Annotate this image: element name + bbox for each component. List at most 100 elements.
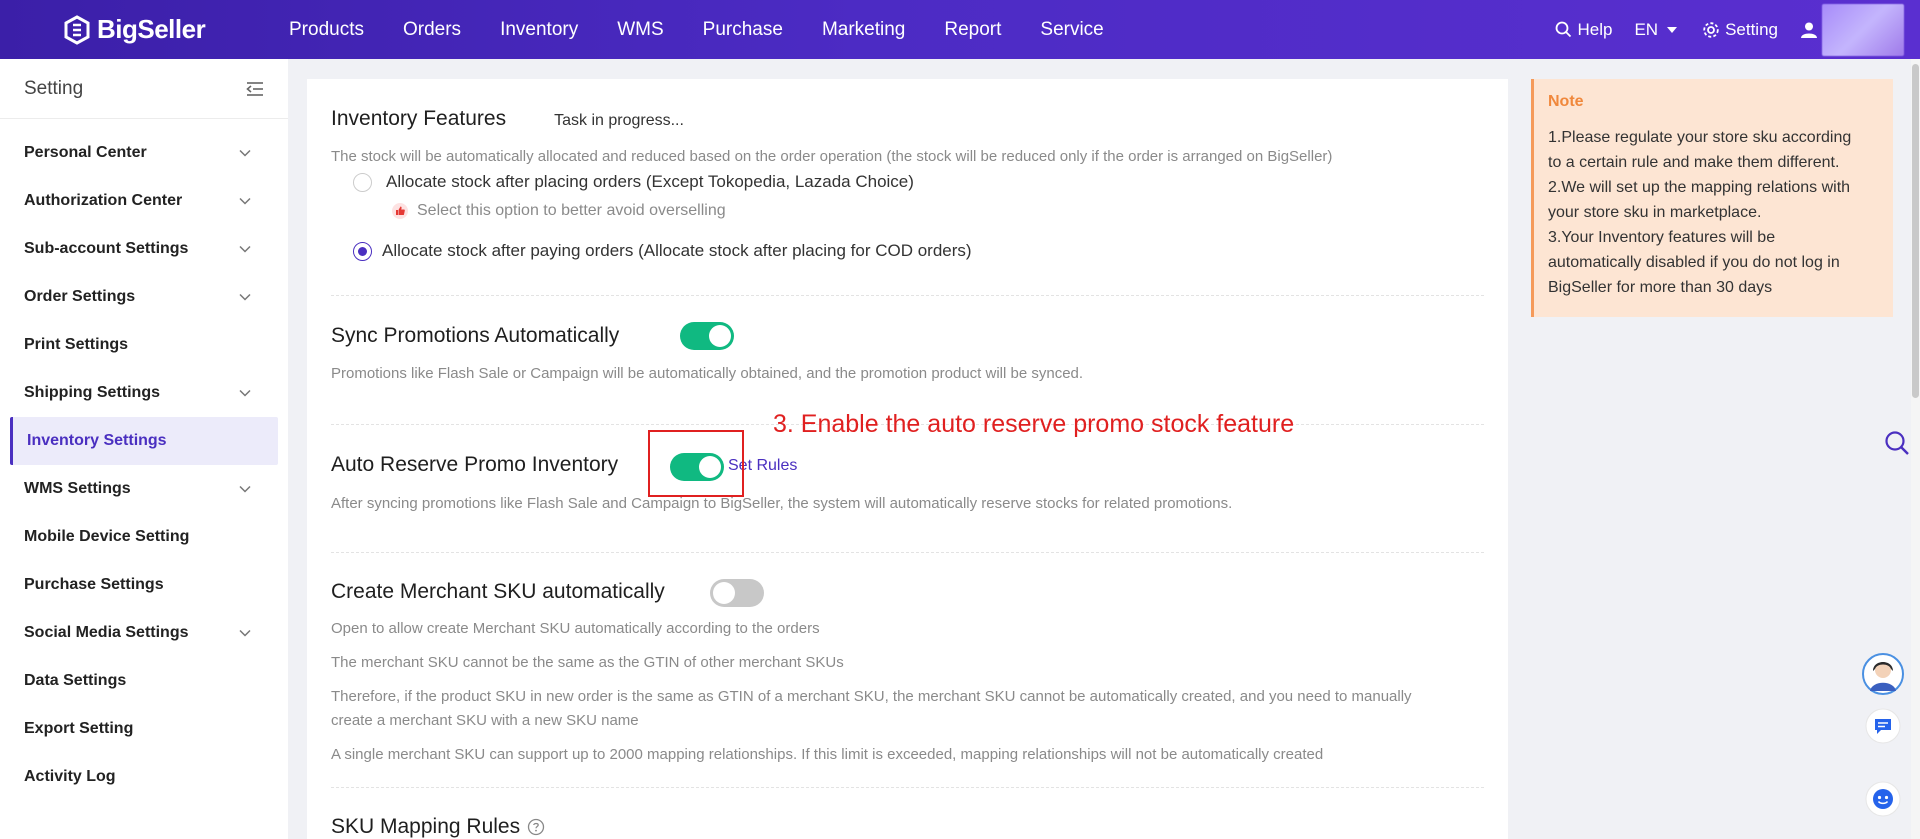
gear-icon — [1703, 21, 1719, 38]
chevron-down-icon — [239, 245, 251, 253]
merchant-sku-desc-3b: create a merchant SKU with a new SKU nam… — [331, 712, 639, 729]
setting-label: Setting — [1725, 19, 1778, 39]
sidebar-item-data-settings[interactable]: Data Settings — [0, 657, 278, 705]
sync-promotions-section: Sync Promotions Automatically Promotions… — [331, 322, 1484, 414]
sidebar-item-wms-settings[interactable]: WMS Settings — [0, 465, 278, 513]
sidebar-item-inventory-settings[interactable]: Inventory Settings — [10, 417, 278, 465]
sidebar-item-mobile-device-setting[interactable]: Mobile Device Setting — [0, 513, 278, 561]
sidebar-item-shipping-settings[interactable]: Shipping Settings — [0, 369, 278, 417]
note-line: BigSeller for more than 30 days — [1548, 279, 1773, 296]
help-label: Help — [1577, 19, 1613, 39]
collapse-menu-icon[interactable] — [246, 81, 264, 97]
auto-reserve-title: Auto Reserve Promo Inventory — [331, 453, 619, 476]
top-navigation-bar: BigSeller Products Orders Inventory WMS … — [0, 0, 1920, 59]
user-avatar[interactable] — [1822, 3, 1904, 56]
option-allocate-after-paying[interactable]: Allocate stock after paying orders (Allo… — [353, 241, 1484, 261]
nav-service[interactable]: Service — [1040, 19, 1103, 41]
setting-link[interactable]: Setting — [1702, 20, 1778, 40]
language-label: EN — [1634, 19, 1659, 39]
radio-allocate-after-paying[interactable] — [353, 241, 372, 261]
section-divider — [331, 295, 1484, 296]
sidebar-item-label: Social Media Settings — [24, 624, 189, 641]
section-divider — [331, 552, 1484, 553]
nav-report[interactable]: Report — [944, 19, 1001, 41]
caret-down-icon — [1667, 26, 1678, 33]
chevron-down-icon — [239, 629, 251, 637]
annotation-text: 3. Enable the auto reserve promo stock f… — [773, 410, 1295, 438]
note-title: Note — [1548, 93, 1584, 110]
sidebar-item-activity-log[interactable]: Activity Log — [0, 753, 278, 801]
inventory-features-title: Inventory Features — [331, 107, 507, 130]
merchant-sku-title: Create Merchant SKU automatically — [331, 580, 665, 603]
sku-mapping-title: SKU Mapping Rules — [331, 815, 521, 838]
sidebar-item-label: Purchase Settings — [24, 576, 164, 593]
nav-marketing[interactable]: Marketing — [822, 19, 905, 41]
note-line: 1.Please regulate your store sku accordi… — [1548, 129, 1852, 146]
sync-promotions-desc: Promotions like Flash Sale or Campaign w… — [331, 365, 1084, 382]
sku-mapping-section: SKU Mapping Rules — [331, 815, 1484, 839]
bigseller-logo[interactable]: BigSeller — [62, 14, 242, 45]
auto-reserve-section: Auto Reserve Promo Inventory Set Rules A… — [331, 453, 1484, 533]
chevron-down-icon — [239, 485, 251, 493]
option-allocate-after-paying-label: Allocate stock after paying orders (Allo… — [382, 241, 972, 260]
floating-search-icon[interactable] — [1884, 430, 1910, 456]
chevron-down-icon — [239, 149, 251, 157]
nav-orders[interactable]: Orders — [403, 19, 461, 41]
language-selector[interactable]: EN — [1634, 20, 1680, 40]
section-divider — [331, 787, 1484, 788]
merchant-sku-desc-1: Open to allow create Merchant SKU automa… — [331, 620, 820, 637]
task-status-text: Task in progress... — [554, 112, 684, 129]
sidebar-item-authorization-center[interactable]: Authorization Center — [0, 177, 278, 225]
help-circle-icon[interactable] — [527, 818, 545, 836]
sidebar-item-label: Data Settings — [24, 672, 127, 689]
help-link[interactable]: Help — [1555, 20, 1612, 40]
sidebar-item-purchase-settings[interactable]: Purchase Settings — [0, 561, 278, 609]
note-line: 3.Your Inventory features will be — [1548, 229, 1776, 246]
sidebar-item-label: WMS Settings — [24, 480, 131, 497]
merchant-sku-desc-4: A single merchant SKU can support up to … — [331, 746, 1324, 763]
chevron-down-icon — [239, 293, 251, 301]
overselling-hint-text: Select this option to better avoid overs… — [417, 202, 726, 219]
support-agent-avatar-icon[interactable] — [1862, 653, 1904, 695]
option-allocate-after-placing-label: Allocate stock after placing orders (Exc… — [386, 172, 914, 191]
sidebar-item-label: Sub-account Settings — [24, 240, 189, 257]
option-allocate-after-placing[interactable]: Allocate stock after placing orders (Exc… — [353, 172, 1484, 192]
sidebar-item-label: Mobile Device Setting — [24, 528, 190, 545]
sidebar-item-print-settings[interactable]: Print Settings — [0, 321, 278, 369]
user-icon[interactable] — [1800, 21, 1818, 39]
sidebar-menu: Personal Center Authorization Center Sub-a… — [0, 119, 288, 801]
nav-wms[interactable]: WMS — [617, 19, 663, 41]
note-line: 2.We will set up the mapping relations w… — [1548, 179, 1851, 196]
nav-products[interactable]: Products — [289, 19, 364, 41]
toggle-knob — [709, 325, 731, 347]
brand-name: BigSeller — [97, 14, 206, 44]
sync-promotions-toggle[interactable] — [680, 322, 734, 350]
nav-purchase[interactable]: Purchase — [703, 19, 783, 41]
sidebar-item-label: Authorization Center — [24, 192, 183, 209]
settings-sidebar: Setting Personal Center Authorization Cen… — [0, 59, 288, 839]
note-panel: Note 1.Please regulate your store sku ac… — [1531, 79, 1893, 317]
chevron-down-icon — [239, 389, 251, 397]
sidebar-item-label: Personal Center — [24, 144, 147, 161]
page-scrollbar-track[interactable] — [1911, 59, 1920, 839]
sidebar-item-order-settings[interactable]: Order Settings — [0, 273, 278, 321]
note-line: to a certain rule and make them differen… — [1548, 154, 1840, 171]
sidebar-item-export-setting[interactable]: Export Setting — [0, 705, 278, 753]
auto-reserve-desc: After syncing promotions like Flash Sale… — [331, 495, 1233, 512]
annotation-highlight-box — [648, 430, 744, 497]
top-right-tools: Help EN Setting — [1555, 0, 1920, 59]
chat-bot-icon[interactable] — [1865, 781, 1901, 817]
toggle-knob — [713, 582, 735, 604]
radio-allocate-after-placing[interactable] — [353, 172, 372, 192]
chat-feedback-icon[interactable] — [1865, 708, 1901, 744]
sidebar-item-label: Order Settings — [24, 288, 136, 305]
sidebar-title: Setting — [24, 77, 84, 99]
sidebar-item-sub-account-settings[interactable]: Sub-account Settings — [0, 225, 278, 273]
overselling-hint: Select this option to better avoid overs… — [392, 202, 1484, 220]
nav-inventory[interactable]: Inventory — [500, 19, 578, 41]
sidebar-item-social-media-settings[interactable]: Social Media Settings — [0, 609, 278, 657]
sidebar-item-label: Activity Log — [24, 768, 116, 785]
sidebar-item-personal-center[interactable]: Personal Center — [0, 129, 278, 177]
merchant-sku-toggle[interactable] — [710, 579, 764, 607]
page-scrollbar-thumb[interactable] — [1912, 64, 1919, 398]
